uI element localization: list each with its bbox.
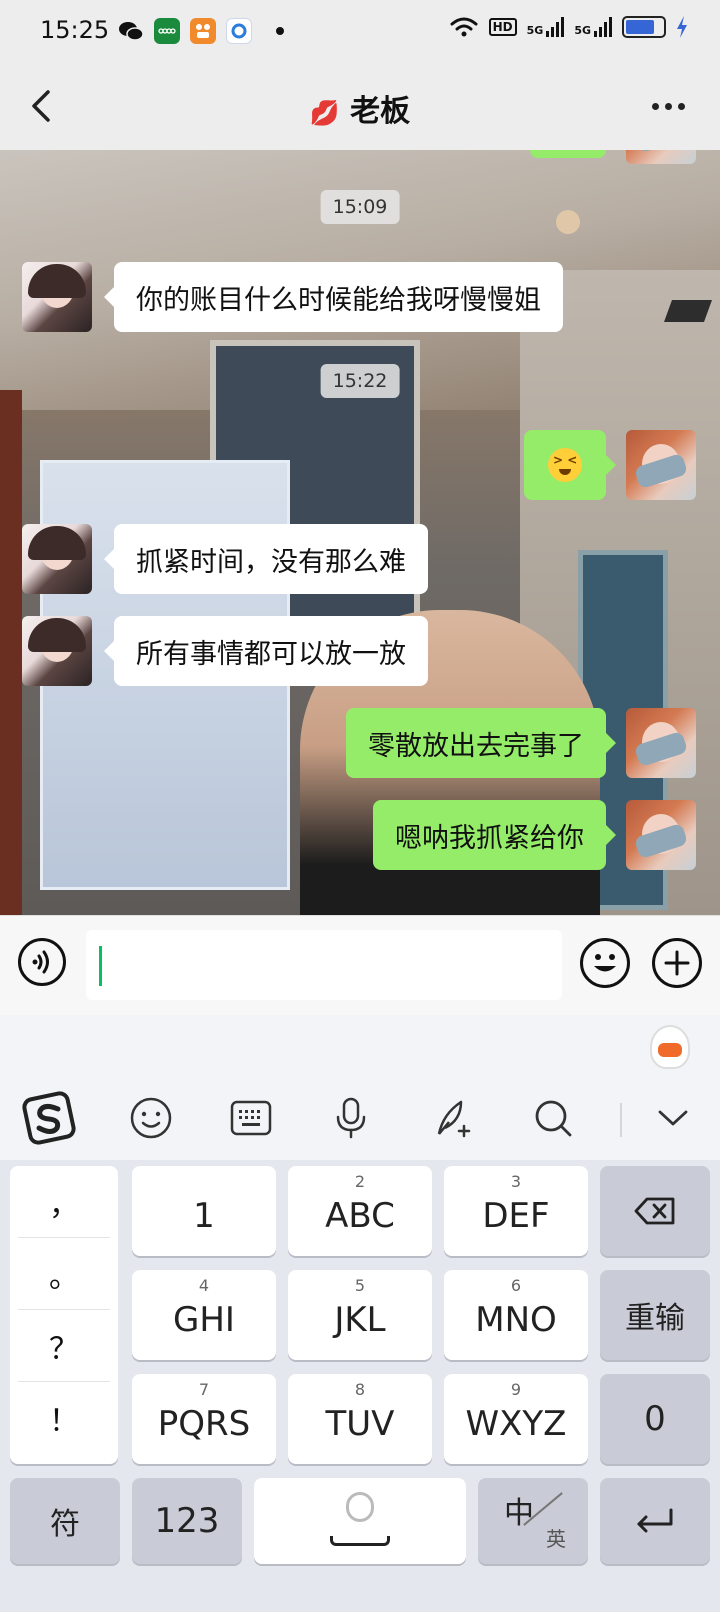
wallpaper-vent [663,300,713,322]
microphone-icon [336,1097,366,1139]
chat-area[interactable]: 15:09 你的账目什么时候能给我呀慢慢姐 15:22 抓紧时间，没有那么难 所… [0,150,720,915]
keyboard-search-button[interactable] [526,1091,580,1145]
keyboard-toolbar [0,1077,720,1157]
charging-icon [677,16,687,38]
status-bar: 15:25 HD 5G 5G [0,0,720,62]
key-def[interactable]: 3 DEF [444,1166,588,1256]
collapse-keyboard-button[interactable] [646,1091,700,1145]
contact-avatar[interactable] [22,524,92,594]
key-mno[interactable]: 6 MNO [444,1270,588,1360]
green-app-icon [154,18,180,44]
lips-emoji-icon: 💋 [309,99,340,127]
my-avatar[interactable] [626,430,696,500]
message-timestamp: 15:22 [320,364,400,398]
orange-app-icon [190,18,216,44]
status-app-icons [118,18,284,44]
enter-key[interactable] [600,1478,710,1564]
grimacing-face-icon [548,448,582,482]
message-bubble-outgoing[interactable] [524,430,616,500]
search-icon [535,1100,572,1137]
text-cursor [99,946,102,986]
status-indicators: HD 5G 5G [449,16,688,38]
punctuation-key[interactable]: 。 [18,1238,110,1310]
space-bar-icon [330,1536,390,1546]
my-avatar[interactable] [626,800,696,870]
voice-typing-button[interactable] [324,1091,378,1145]
keyboard-mascot-icon[interactable] [650,1025,690,1069]
previous-message-fragment [530,150,606,158]
hd-icon: HD [488,18,517,36]
microphone-icon [346,1492,374,1522]
message-bubble-incoming[interactable]: 你的账目什么时候能给我呀慢慢姐 [104,262,563,332]
more-functions-button[interactable] [652,938,702,988]
chat-header: 💋 老板 [0,62,720,150]
punctuation-key[interactable]: ！ [18,1382,110,1454]
status-time: 15:25 [40,16,110,44]
wifi-icon [450,17,478,37]
message-bubble-incoming[interactable]: 抓紧时间，没有那么难 [104,524,428,594]
key-0[interactable]: 0 [600,1374,710,1464]
toolbar-divider [620,1103,622,1137]
language-switch-key[interactable]: 中 英 [478,1478,588,1564]
more-dot-icon [651,102,659,110]
emoji-button[interactable] [580,938,630,988]
return-icon [637,1508,673,1533]
sogou-logo-button[interactable] [22,1091,76,1145]
backspace-key[interactable] [600,1166,710,1256]
message-input[interactable] [86,930,562,1000]
key-abc[interactable]: 2 ABC [288,1166,432,1256]
symbols-key[interactable]: 符 [10,1478,120,1564]
input-bar [0,915,720,1015]
more-options-button[interactable] [646,84,690,128]
punctuation-column[interactable]: ， 。 ？ ！ [10,1166,118,1464]
emoji-panel-button[interactable] [124,1091,178,1145]
keyboard-toolbar-area [0,1015,720,1160]
voice-icon [32,950,49,974]
battery-icon [622,16,666,38]
contact-avatar[interactable] [22,262,92,332]
reinput-key[interactable]: 重输 [600,1270,710,1360]
more-dot-icon [677,102,685,110]
key-wxyz[interactable]: 9 WXYZ [444,1374,588,1464]
smiley-icon [594,954,616,972]
key-1[interactable]: 1 [132,1166,276,1256]
key-pqrs[interactable]: 7 PQRS [132,1374,276,1464]
wallpaper-lamp [556,210,580,234]
my-avatar[interactable] [626,150,696,164]
message-bubble-outgoing[interactable]: 零散放出去完事了 [346,708,616,778]
sogou-logo-icon [22,1091,76,1145]
numbers-key[interactable]: 123 [132,1478,242,1564]
message-bubble-outgoing[interactable]: 嗯呐我抓紧给你 [373,800,616,870]
backspace-icon [634,1197,675,1225]
signal-5g-icon: 5G [527,17,565,37]
feather-pen-icon [437,1100,471,1138]
chevron-down-icon [658,1110,688,1126]
keyboard-switch-button[interactable] [224,1091,278,1145]
smiley-icon [130,1097,172,1139]
message-timestamp: 15:09 [320,190,400,224]
contact-avatar[interactable] [22,616,92,686]
dot-icon [276,27,284,35]
contact-name: 老板 [350,94,411,129]
voice-input-button[interactable] [18,938,66,986]
my-avatar[interactable] [626,708,696,778]
handwriting-button[interactable] [426,1091,480,1145]
key-tuv[interactable]: 8 TUV [288,1374,432,1464]
plus-icon [664,950,690,976]
key-jkl[interactable]: 5 JKL [288,1270,432,1360]
punctuation-key[interactable]: ？ [18,1310,110,1382]
wechat-icon [118,18,144,44]
wallpaper-shelf [0,390,22,915]
punctuation-key[interactable]: ， [18,1166,110,1238]
keyboard: ， 。 ？ ！ 1 2 ABC 3 DEF 4 GHI 5 JKL 6 MNO … [0,1160,720,1612]
message-bubble-incoming[interactable]: 所有事情都可以放一放 [104,616,428,686]
space-key[interactable] [254,1478,466,1564]
key-ghi[interactable]: 4 GHI [132,1270,276,1360]
blue-app-icon [226,18,252,44]
more-dot-icon [664,102,672,110]
signal-5g-icon: 5G [574,17,612,37]
chat-title: 💋 老板 [0,86,720,130]
keyboard-icon [230,1100,272,1136]
